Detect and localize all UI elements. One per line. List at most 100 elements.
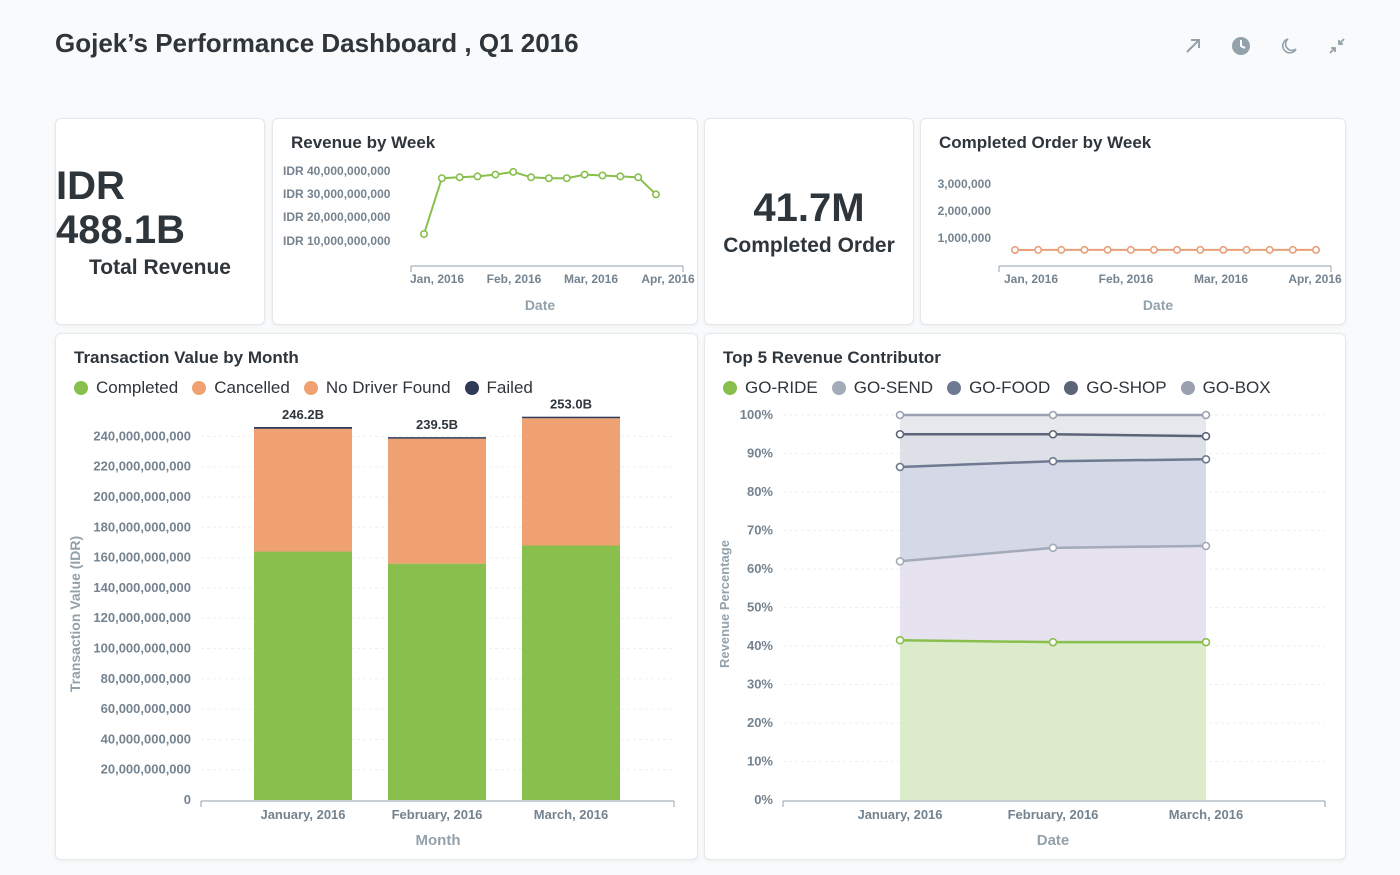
data-point[interactable] <box>562 174 571 183</box>
data-point[interactable] <box>420 230 429 239</box>
y-tick-label: 80,000,000,000 <box>101 671 191 686</box>
completed-order-by-week-card: Completed Order by Week 3,000,000 2,000,… <box>920 118 1346 325</box>
y-tick-label: 1,000,000 <box>938 231 992 245</box>
data-point[interactable] <box>1201 454 1211 464</box>
data-point[interactable] <box>895 410 905 420</box>
top5-revenue-card: Top 5 Revenue Contributor GO-RIDE GO-SEN… <box>704 333 1346 860</box>
revenue-by-week-chart: IDR 40,000,000,000 IDR 30,000,000,000 ID… <box>283 164 695 313</box>
dashboard-toolbar <box>1180 34 1350 58</box>
clock-icon[interactable] <box>1228 34 1254 58</box>
bar-segment-completed[interactable] <box>254 551 352 800</box>
bar-segment-failed[interactable] <box>254 427 352 429</box>
y-tick-label: IDR 40,000,000,000 <box>283 164 391 178</box>
y-tick-label: 0 <box>184 792 191 807</box>
data-point[interactable] <box>895 635 905 645</box>
data-point[interactable] <box>1126 245 1135 254</box>
data-point[interactable] <box>1173 245 1182 254</box>
collapse-icon[interactable] <box>1324 34 1350 58</box>
y-tick-label: IDR 20,000,000,000 <box>283 210 391 224</box>
data-point[interactable] <box>1034 245 1043 254</box>
bar-total-label: 253.0B <box>550 397 592 412</box>
y-tick-label: 90% <box>747 446 773 461</box>
data-point[interactable] <box>895 557 905 566</box>
x-tick-label: March, 2016 <box>1169 807 1243 822</box>
x-axis-label: Date <box>1143 297 1174 313</box>
data-point[interactable] <box>616 172 625 181</box>
data-point[interactable] <box>1048 543 1058 553</box>
y-tick-label: 220,000,000,000 <box>93 459 191 474</box>
y-tick-labels: 100% 90% 80% 70% 60% 50% 40% 30% 20% 10% 0% <box>740 407 774 807</box>
y-tick-label: 240,000,000,000 <box>93 428 191 443</box>
data-point[interactable] <box>1201 410 1211 420</box>
bar-segment-completed[interactable] <box>522 545 620 800</box>
data-point[interactable] <box>1048 410 1058 420</box>
data-point[interactable] <box>1149 245 1158 254</box>
y-tick-label: 50% <box>747 600 773 615</box>
data-point[interactable] <box>1196 245 1205 254</box>
y-tick-label: 0% <box>754 792 773 807</box>
data-point[interactable] <box>1080 245 1089 254</box>
data-point[interactable] <box>527 173 536 182</box>
data-point[interactable] <box>544 174 553 183</box>
bar-segment-failed[interactable] <box>522 416 620 419</box>
y-tick-label: 40,000,000,000 <box>101 731 191 746</box>
data-point[interactable] <box>1201 431 1211 441</box>
data-point[interactable] <box>1103 245 1112 254</box>
revenue-series <box>420 167 660 239</box>
y-tick-label: 60% <box>747 561 773 576</box>
series-line <box>423 170 657 235</box>
data-point[interactable] <box>1219 245 1228 254</box>
data-point[interactable] <box>634 173 643 182</box>
data-point[interactable] <box>895 429 905 439</box>
data-point[interactable] <box>437 174 446 183</box>
data-point[interactable] <box>1048 456 1058 466</box>
dashboard-title: Gojek’s Performance Dashboard , Q1 2016 <box>55 28 579 58</box>
y-tick-label: 40% <box>747 638 773 653</box>
data-point[interactable] <box>1048 637 1058 647</box>
expand-arrow-icon[interactable] <box>1180 34 1206 58</box>
data-point[interactable] <box>1288 245 1297 254</box>
data-point[interactable] <box>895 462 905 472</box>
data-point[interactable] <box>598 171 607 180</box>
data-point[interactable] <box>1201 637 1211 647</box>
y-tick-labels: 240,000,000,000 220,000,000,000 200,000,00… <box>93 428 191 807</box>
data-point[interactable] <box>1265 245 1274 254</box>
revenue-by-week-card: Revenue by Week IDR 40,000,000,000 IDR 3… <box>272 118 698 325</box>
bar-segment-cancelled[interactable] <box>522 418 620 546</box>
data-point[interactable] <box>455 173 464 182</box>
bar-segment-cancelled[interactable] <box>254 428 352 552</box>
data-point[interactable] <box>1048 429 1058 439</box>
y-tick-label: 20,000,000,000 <box>101 762 191 777</box>
y-tick-label: 10% <box>747 754 773 769</box>
data-point[interactable] <box>509 167 518 176</box>
x-tick-label: Feb, 2016 <box>1099 272 1154 286</box>
data-point[interactable] <box>1011 245 1020 254</box>
data-point[interactable] <box>473 172 482 181</box>
data-point[interactable] <box>580 170 589 179</box>
y-tick-label: 100,000,000,000 <box>93 641 191 656</box>
bar-segment-completed[interactable] <box>388 563 486 800</box>
completed-order-value: 41.7M <box>753 185 865 230</box>
y-tick-label: 2,000,000 <box>938 204 992 218</box>
x-tick-label: Mar, 2016 <box>1194 272 1248 286</box>
bar-segment-failed[interactable] <box>388 437 486 439</box>
stacked-bars: 246.2B 239.5B 253.0B <box>254 397 620 800</box>
y-tick-label: 20% <box>747 715 773 730</box>
data-point[interactable] <box>1201 541 1211 551</box>
data-point[interactable] <box>1242 245 1251 254</box>
data-point[interactable] <box>491 170 500 179</box>
completed-order-label: Completed Order <box>723 233 895 257</box>
completed-order-card: 41.7M Completed Order <box>704 118 914 325</box>
data-point[interactable] <box>1057 245 1066 254</box>
x-tick-label: Jan, 2016 <box>1004 272 1058 286</box>
data-point[interactable] <box>1311 245 1320 254</box>
x-tick-label: Mar, 2016 <box>564 272 618 286</box>
y-tick-label: IDR 30,000,000,000 <box>283 187 391 201</box>
x-axis-label: Date <box>1037 832 1070 849</box>
x-tick-label: January, 2016 <box>260 807 345 822</box>
bar-segment-cancelled[interactable] <box>388 438 486 564</box>
moon-icon[interactable] <box>1276 34 1302 58</box>
y-tick-label: 60,000,000,000 <box>101 701 191 716</box>
data-point[interactable] <box>651 190 660 199</box>
y-tick-label: 30% <box>747 677 773 692</box>
